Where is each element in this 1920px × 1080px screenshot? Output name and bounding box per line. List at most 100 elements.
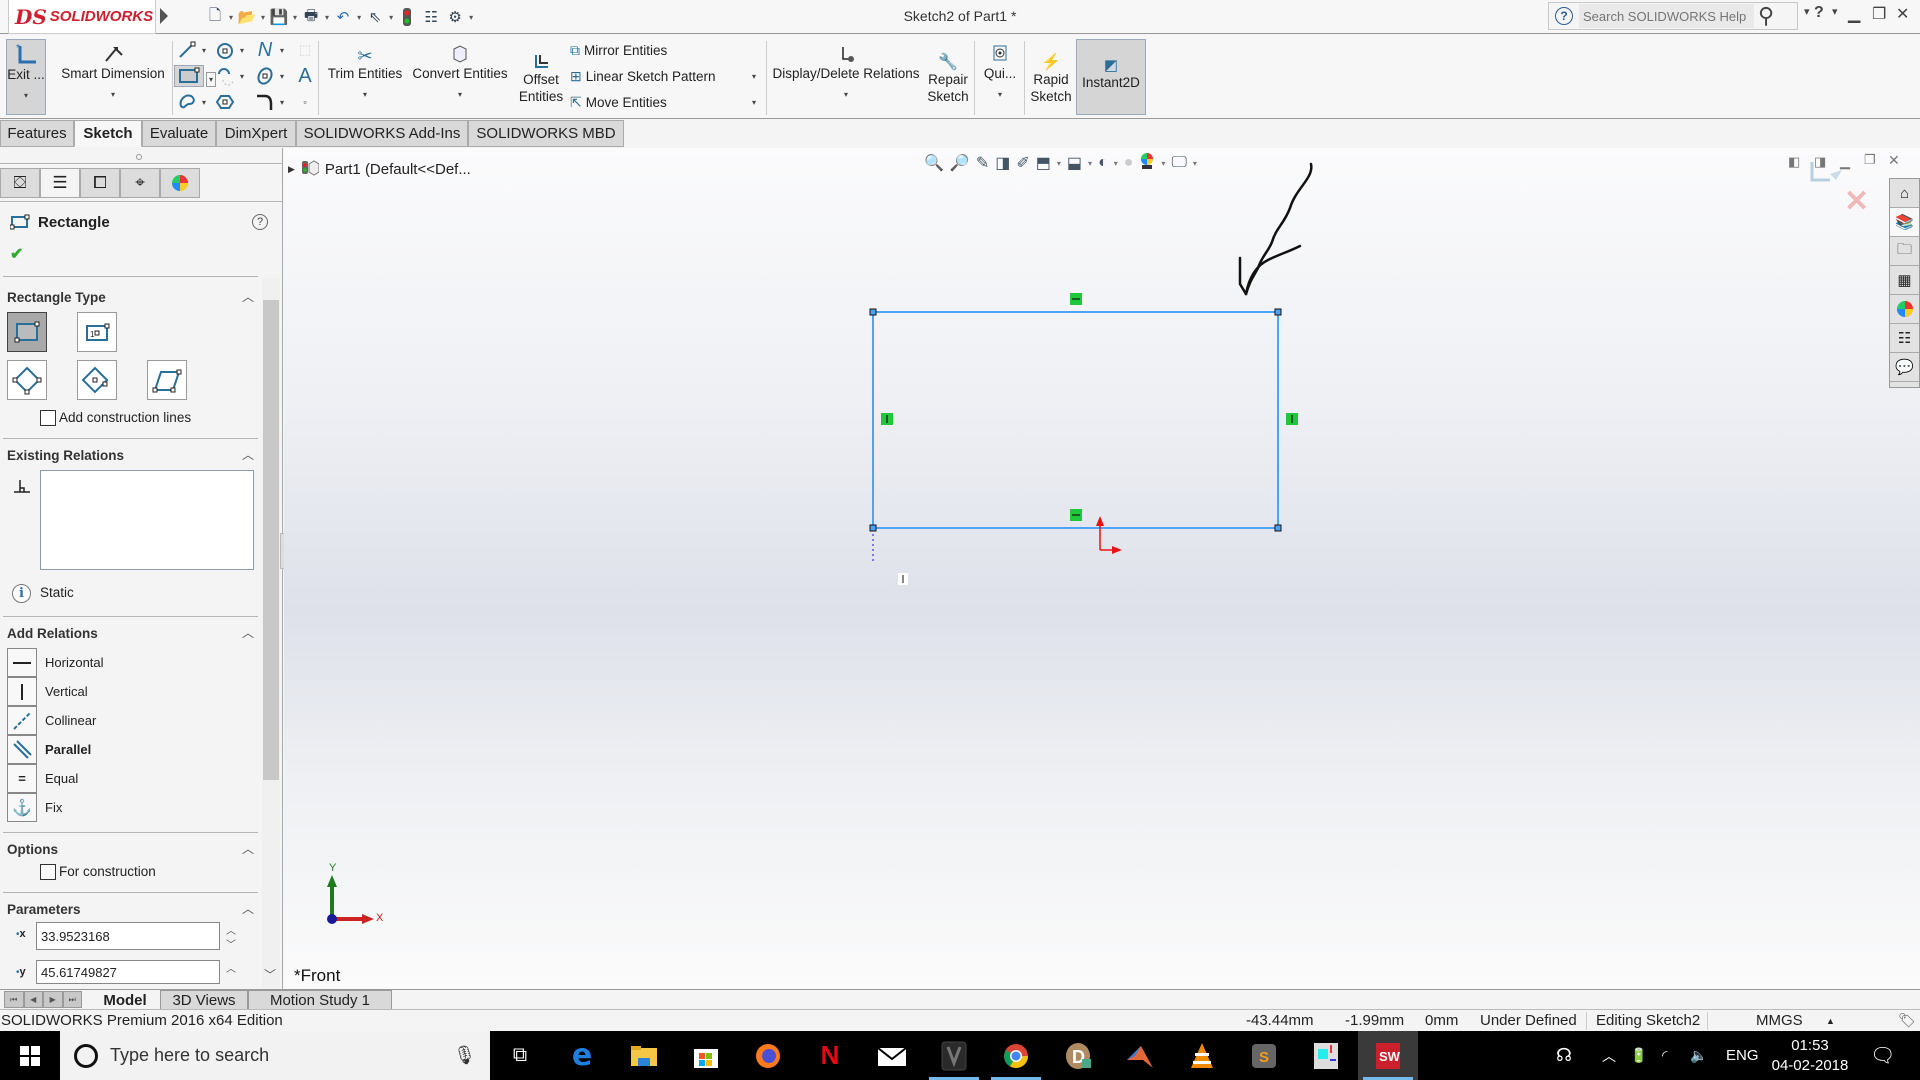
chevron-down-icon[interactable]: ▾ xyxy=(1804,5,1810,18)
help-menu-icon[interactable]: ? xyxy=(1814,4,1824,22)
point-tool-icon[interactable]: ▫ xyxy=(294,91,316,113)
vertical-relation-badge[interactable] xyxy=(881,413,893,425)
parallelogram-option[interactable] xyxy=(147,360,187,400)
3-point-center-rectangle-option[interactable] xyxy=(77,360,117,400)
task-view-icon[interactable]: ⧉ xyxy=(490,1031,550,1080)
wifi-icon[interactable]: ◜ xyxy=(1662,1031,1667,1080)
chevron-down-icon[interactable]: ▾ xyxy=(24,87,28,104)
microphone-icon[interactable]: 🎙 xyxy=(453,1045,476,1066)
rebuild-traffic-light-icon[interactable] xyxy=(397,7,417,27)
tab-features[interactable]: Features xyxy=(0,120,74,147)
add-construction-lines-checkbox[interactable] xyxy=(40,410,56,426)
spline-tool-icon[interactable]: N xyxy=(254,39,276,61)
chevron-down-icon[interactable]: ▾ xyxy=(325,13,329,22)
solidworks-logo[interactable]: DS SOLIDWORKS xyxy=(8,0,156,34)
tab-evaluate[interactable]: Evaluate xyxy=(142,120,216,147)
collapse-chevron-icon[interactable]: ︿ xyxy=(242,446,254,463)
file-explorer-icon[interactable] xyxy=(614,1031,674,1080)
previous-tab-icon[interactable]: ◀ xyxy=(23,991,43,1008)
restore-icon[interactable]: ❐ xyxy=(1872,4,1886,24)
chevron-down-icon[interactable]: ▾ xyxy=(261,13,265,22)
new-document-icon[interactable]: 🗋 xyxy=(205,7,225,27)
vertical-relation-badge[interactable] xyxy=(1286,413,1298,425)
collapse-chevron-icon[interactable]: ︿ xyxy=(242,288,254,305)
undo-icon[interactable]: ↶ xyxy=(333,7,353,27)
slot-tool-icon[interactable] xyxy=(214,65,236,87)
chevron-up-icon[interactable]: ▲ xyxy=(1826,1016,1835,1026)
corner-rectangle-option[interactable] xyxy=(7,312,47,352)
chevron-down-icon[interactable]: ▾ xyxy=(280,98,284,107)
rapid-sketch-button[interactable]: ⚡ Rapid Sketch xyxy=(1030,45,1072,121)
volume-icon[interactable]: 🔈 xyxy=(1690,1031,1707,1080)
dimxpert-manager-tab-icon[interactable]: ⌖ xyxy=(120,168,160,198)
chevron-down-icon[interactable]: ▾ xyxy=(293,13,297,22)
relation-horizontal[interactable]: Horizontal xyxy=(7,648,257,677)
3-point-corner-rectangle-option[interactable] xyxy=(7,360,47,400)
people-icon[interactable]: ☊ xyxy=(1556,1031,1572,1080)
smart-dimension-button[interactable]: Smart Dimension ▾ xyxy=(58,39,168,115)
first-tab-icon[interactable]: ⏮ xyxy=(4,991,24,1008)
chevron-down-icon[interactable]: ▾ xyxy=(240,72,244,81)
sketch-picture-icon[interactable] xyxy=(176,91,198,113)
show-hidden-icons-chevron[interactable]: ︿ xyxy=(1602,1031,1616,1080)
move-entities-button[interactable]: ⇱ Move Entities xyxy=(570,94,667,111)
chrome-icon[interactable] xyxy=(986,1031,1046,1080)
sketch-point[interactable] xyxy=(1274,308,1282,316)
exit-sketch-button[interactable]: * Exit ... ▾ xyxy=(6,39,46,115)
matlab-icon[interactable] xyxy=(1110,1031,1170,1080)
relation-collinear[interactable]: Collinear xyxy=(7,706,257,735)
battery-icon[interactable]: 🔋 xyxy=(1630,1031,1647,1080)
for-construction-checkbox[interactable] xyxy=(40,864,56,880)
next-tab-icon[interactable]: ▶ xyxy=(43,991,63,1008)
predator-sense-icon[interactable] xyxy=(924,1031,984,1080)
close-icon[interactable]: ✕ xyxy=(1896,4,1909,24)
relation-fix[interactable]: ⚓ Fix xyxy=(7,793,257,822)
open-folder-icon[interactable]: 📂 xyxy=(237,7,257,27)
panel-splitter-handle[interactable] xyxy=(136,154,142,160)
edge-browser-icon[interactable]: e xyxy=(552,1031,612,1080)
horizontal-relation-badge[interactable] xyxy=(1070,293,1082,305)
taskbar-search-box[interactable]: Type here to search 🎙 xyxy=(60,1031,490,1080)
chevron-down-icon[interactable]: ▾ xyxy=(752,72,756,81)
configuration-manager-tab-icon[interactable]: ⧠ xyxy=(80,168,120,198)
sketch-canvas[interactable] xyxy=(284,148,1920,989)
tab-dimxpert[interactable]: DimXpert xyxy=(216,120,296,147)
chevron-down-icon[interactable]: ▾ xyxy=(1832,5,1838,18)
display-delete-relations-button[interactable]: Display/Delete Relations ▾ xyxy=(770,39,922,115)
menu-expand-arrow-icon[interactable] xyxy=(160,8,168,24)
center-rectangle-option[interactable]: 1 xyxy=(77,312,117,352)
help-search-input[interactable] xyxy=(1579,4,1754,28)
rectangle-tool-icon[interactable] xyxy=(174,65,204,87)
tag-icon[interactable]: 🏷 xyxy=(1898,1012,1916,1029)
firefox-icon[interactable] xyxy=(738,1031,798,1080)
mail-icon[interactable] xyxy=(862,1031,922,1080)
offset-entities-button[interactable]: Offset Entities xyxy=(516,45,566,121)
sketch-point[interactable] xyxy=(869,524,877,532)
sublime-text-icon[interactable]: S xyxy=(1234,1031,1294,1080)
text-tool-icon[interactable]: A xyxy=(294,65,316,87)
spin-up-icon[interactable]: ︿ xyxy=(226,922,236,937)
relation-parallel[interactable]: Parallel xyxy=(7,735,257,764)
chevron-down-icon[interactable]: ▾ xyxy=(280,46,284,55)
microsoft-store-icon[interactable] xyxy=(676,1031,736,1080)
graphics-area[interactable]: ▶ Part1 (Default<<Def... 🔍 🔎 ✎ ◨ ✐ ⬒ ▾ ⬓ ▾… xyxy=(284,148,1920,989)
chevron-down-icon[interactable]: ▾ xyxy=(752,98,756,107)
chevron-down-icon[interactable]: ▾ xyxy=(111,86,115,103)
help-search-box[interactable]: ? ⚲ xyxy=(1548,2,1798,30)
feature-manager-tab-icon[interactable]: ⛋ xyxy=(0,168,40,198)
instant2d-button[interactable]: ◩ Instant2D xyxy=(1076,39,1146,115)
scroll-down-icon[interactable]: ﹀ xyxy=(264,966,276,983)
sketch-point[interactable] xyxy=(1274,524,1282,532)
chevron-down-icon[interactable]: ▾ xyxy=(458,86,462,103)
chevron-down-icon[interactable]: ▾ xyxy=(202,98,206,107)
ellipse-tool-icon[interactable] xyxy=(254,65,276,87)
property-manager-tab-icon[interactable]: ☰ xyxy=(40,168,80,198)
tab-solidworks-mbd[interactable]: SOLIDWORKS MBD xyxy=(468,120,624,147)
linear-sketch-pattern-button[interactable]: ⊞ Linear Sketch Pattern xyxy=(570,68,716,85)
repair-sketch-button[interactable]: 🔧 Repair Sketch xyxy=(926,45,970,121)
spin-up-icon[interactable]: ︿ xyxy=(226,960,236,975)
app-d-icon[interactable]: D xyxy=(1048,1031,1108,1080)
panel-scrollbar-thumb[interactable] xyxy=(263,300,279,780)
ok-checkmark-icon[interactable]: ✔ xyxy=(10,244,23,264)
mirror-entities-button[interactable]: ⧉ Mirror Entities xyxy=(570,42,667,59)
